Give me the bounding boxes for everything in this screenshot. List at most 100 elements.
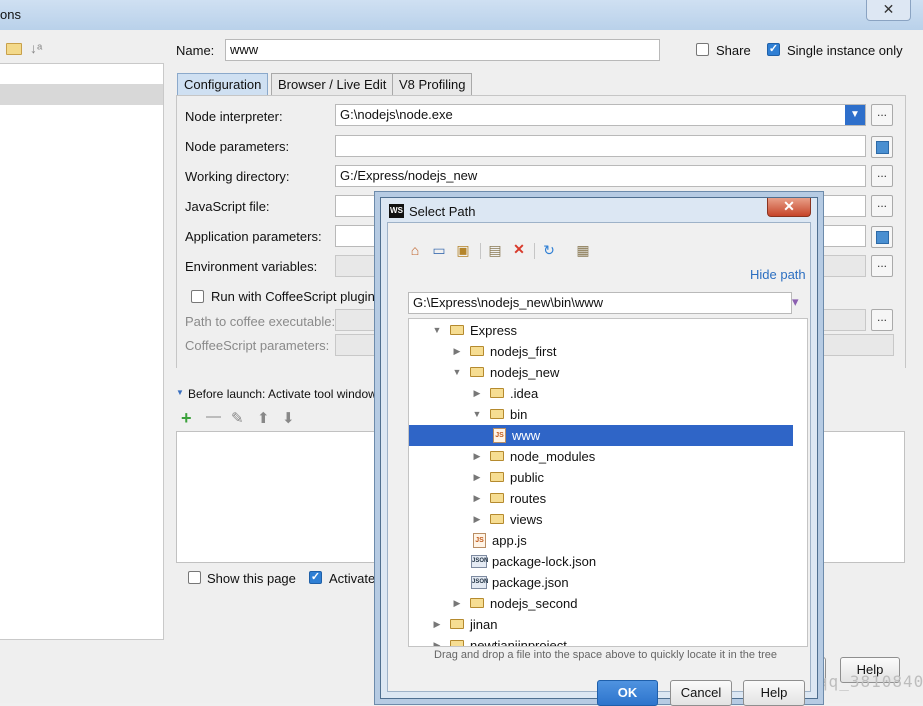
tree-row[interactable]: ▶ node_modules: [409, 446, 793, 467]
tree-row[interactable]: ▶ newtianjinproject: [409, 635, 793, 646]
tree-row-label: views: [510, 512, 543, 527]
home-icon[interactable]: ⌂: [406, 241, 424, 259]
edit-pencil-icon[interactable]: ✎: [231, 409, 244, 427]
tree-row[interactable]: JS app.js: [409, 530, 793, 551]
project-folder-icon[interactable]: ▣: [454, 241, 472, 259]
tree-row[interactable]: ▼ nodejs_new: [409, 362, 793, 383]
new-folder-icon[interactable]: ▤: [486, 241, 504, 259]
delete-icon[interactable]: ✕: [510, 240, 528, 258]
show-hidden-icon[interactable]: ▦: [574, 241, 592, 259]
activate-label[interactable]: Activate t: [329, 571, 382, 586]
tree-row[interactable]: ▶ routes: [409, 488, 793, 509]
tree-row[interactable]: ▶ jinan: [409, 614, 793, 635]
refresh-icon[interactable]: ↻: [540, 241, 558, 259]
hide-path-link[interactable]: Hide path: [750, 267, 806, 282]
ok-button[interactable]: OK: [597, 680, 658, 706]
folder-icon[interactable]: [6, 43, 22, 58]
single-instance-label[interactable]: Single instance only: [787, 43, 903, 58]
file-tree[interactable]: ▼ Express ▶ nodejs_first ▼ nodejs_new ▶ .idea ▼ b…: [408, 318, 808, 647]
node-parameters-field[interactable]: [335, 135, 866, 157]
json-file-icon: JSON: [471, 555, 488, 568]
node-interpreter-select[interactable]: G:\nodejs\node.exe: [335, 104, 866, 126]
name-label: Name:: [176, 43, 215, 58]
tree-row[interactable]: JSON package.json: [409, 572, 793, 593]
path-input[interactable]: G:\Express\nodejs_new\bin\www: [408, 292, 792, 314]
coffeescript-label[interactable]: Run with CoffeeScript plugin: [211, 289, 375, 304]
expand-arrow-icon[interactable]: ▶: [471, 488, 483, 509]
expand-arrow-icon[interactable]: ▶: [451, 341, 463, 362]
application-parameters-label: Application parameters:: [185, 229, 322, 244]
node-parameters-expand-button[interactable]: [871, 136, 893, 158]
path-coffee-label: Path to coffee executable:: [185, 314, 336, 329]
tree-row[interactable]: JSON package-lock.json: [409, 551, 793, 572]
collapse-arrow-icon[interactable]: ▼: [471, 404, 483, 425]
history-icon[interactable]: ▾: [792, 294, 799, 310]
cancel-button[interactable]: Cancel: [670, 680, 732, 706]
expand-arrow-icon[interactable]: ▶: [451, 593, 463, 614]
tree-row-label: nodejs_first: [490, 344, 557, 359]
tree-row[interactable]: ▶ .idea: [409, 383, 793, 404]
tab-configuration[interactable]: Configuration: [177, 73, 269, 95]
dropdown-arrow-icon[interactable]: ▼: [845, 105, 865, 125]
show-page-label[interactable]: Show this page: [207, 571, 296, 586]
tab-v8-profiling[interactable]: V8 Profiling: [392, 73, 473, 95]
folder-icon: [490, 472, 504, 482]
json-file-icon: JSON: [471, 576, 488, 589]
single-instance-checkbox[interactable]: ✓: [767, 43, 780, 56]
collapse-arrow-icon[interactable]: ▼: [176, 388, 184, 397]
working-directory-field[interactable]: G:/Express/nodejs_new: [335, 165, 866, 187]
tree-row[interactable]: ▶ views: [409, 509, 793, 530]
tree-row-label: nodejs_second: [490, 596, 578, 611]
folder-icon: [470, 598, 484, 608]
sort-az-icon[interactable]: ↓ᵃ: [30, 40, 42, 56]
tree-row[interactable]: JS www: [409, 425, 793, 446]
working-directory-browse-button[interactable]: ...: [871, 165, 893, 187]
collapse-arrow-icon[interactable]: ▼: [451, 362, 463, 383]
move-up-icon[interactable]: ⬆: [257, 409, 270, 427]
toolbar-divider: [480, 243, 481, 259]
window-close-button[interactable]: ✕: [866, 0, 911, 21]
environment-variables-browse-button[interactable]: ...: [871, 255, 893, 277]
node-interpreter-browse-button[interactable]: ...: [871, 104, 893, 126]
expand-arrow-icon[interactable]: ▶: [471, 467, 483, 488]
folder-icon: [450, 640, 464, 646]
tree-row[interactable]: ▼ bin: [409, 404, 793, 425]
dialog-help-button[interactable]: Help: [743, 680, 805, 706]
share-label[interactable]: Share: [716, 43, 751, 58]
remove-icon[interactable]: —: [206, 408, 221, 425]
window-titlebar: [0, 0, 923, 30]
dialog-close-button[interactable]: ✕: [767, 198, 811, 217]
tab-browser-live-edit[interactable]: Browser / Live Edit: [271, 73, 394, 95]
tree-row[interactable]: ▶ nodejs_first: [409, 341, 793, 362]
share-checkbox[interactable]: [696, 43, 709, 56]
expand-icon: [875, 141, 889, 154]
expand-arrow-icon[interactable]: ▶: [471, 509, 483, 530]
name-field[interactable]: www: [225, 39, 660, 61]
javascript-file-browse-button[interactable]: ...: [871, 195, 893, 217]
tree-row[interactable]: ▶ nodejs_second: [409, 593, 793, 614]
tree-row[interactable]: ▶ public: [409, 467, 793, 488]
expand-arrow-icon[interactable]: ▶: [431, 614, 443, 635]
config-tree[interactable]: [0, 63, 164, 640]
tree-row-label: jinan: [470, 617, 498, 632]
move-down-icon[interactable]: ⬇: [282, 409, 295, 427]
webstorm-logo-icon: WS: [389, 204, 404, 218]
path-coffee-browse-button[interactable]: ...: [871, 309, 893, 331]
drag-drop-hint: Drag and drop a file into the space abov…: [434, 649, 778, 661]
add-icon[interactable]: +: [181, 408, 192, 429]
config-tree-selected-item[interactable]: [0, 84, 163, 105]
expand-arrow-icon[interactable]: ▶: [471, 446, 483, 467]
desktop-icon[interactable]: ▭: [430, 241, 448, 259]
activate-checkbox[interactable]: ✓: [309, 571, 322, 584]
expand-arrow-icon[interactable]: ▶: [471, 383, 483, 404]
expand-arrow-icon[interactable]: ▶: [431, 635, 443, 646]
tree-row-label: package.json: [492, 575, 569, 590]
show-page-checkbox[interactable]: [188, 571, 201, 584]
collapse-arrow-icon[interactable]: ▼: [431, 320, 443, 341]
folder-icon: [490, 451, 504, 461]
coffee-params-label: CoffeeScript parameters:: [185, 338, 330, 353]
coffeescript-checkbox[interactable]: [191, 290, 204, 303]
before-launch-label[interactable]: Before launch: Activate tool window: [188, 387, 377, 401]
application-parameters-expand-button[interactable]: [871, 226, 893, 248]
tree-row[interactable]: ▼ Express: [409, 320, 793, 341]
